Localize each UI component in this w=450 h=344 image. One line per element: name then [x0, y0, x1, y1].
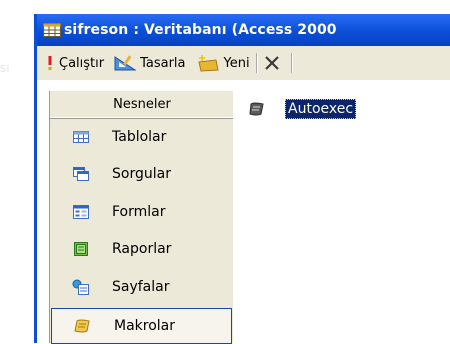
background-text: sı — [0, 63, 10, 73]
table-icon — [73, 130, 89, 143]
background-area: sı — [0, 0, 34, 343]
report-icon — [74, 242, 88, 257]
title-bar[interactable]: sifreson : Veritabanı (Access 2000 — [37, 14, 450, 46]
object-item-label: Raporlar — [112, 241, 172, 258]
run-button[interactable]: Çalıştır — [45, 55, 104, 71]
object-item-label: Formlar — [112, 203, 166, 220]
object-item-label: Sorgular — [112, 166, 171, 183]
delete-icon — [264, 56, 279, 70]
object-item-label: Tablolar — [112, 128, 167, 145]
object-item-reports[interactable]: Raporlar — [50, 231, 234, 269]
query-icon — [73, 167, 89, 182]
database-window: sifreson : Veritabanı (Access 2000 Çalış… — [34, 14, 450, 344]
object-list: Autoexec — [233, 91, 450, 343]
page-icon — [72, 279, 89, 295]
object-item-label: Sayfalar — [112, 278, 170, 295]
database-icon — [43, 23, 61, 37]
exclamation-icon — [48, 56, 52, 70]
new-label: Yeni — [223, 55, 250, 71]
toolbar-separator — [255, 53, 257, 73]
new-icon — [197, 55, 219, 72]
design-button[interactable]: Tasarla — [114, 54, 186, 72]
object-item-pages[interactable]: Sayfalar — [50, 268, 234, 306]
objects-bar: Nesneler Tablolar Sorgular Formlar Rapor… — [49, 91, 235, 344]
design-icon — [114, 55, 137, 71]
object-item-label: Makrolar — [114, 317, 176, 334]
delete-button[interactable] — [263, 54, 285, 72]
form-icon — [73, 204, 89, 219]
list-item-label: Autoexec — [285, 99, 357, 119]
toolbar: Çalıştır Tasarla Yeni — [37, 46, 450, 80]
list-item[interactable]: Autoexec — [249, 99, 357, 119]
object-item-queries[interactable]: Sorgular — [50, 156, 234, 194]
object-item-tables[interactable]: Tablolar — [50, 118, 234, 156]
run-label: Çalıştır — [59, 55, 105, 71]
design-label: Tasarla — [140, 55, 186, 71]
window-title: sifreson : Veritabanı (Access 2000 — [64, 22, 337, 38]
new-button[interactable]: Yeni — [196, 54, 250, 72]
object-item-forms[interactable]: Formlar — [50, 193, 234, 231]
macro-icon — [249, 102, 264, 116]
macro-icon — [74, 319, 90, 332]
database-content: Nesneler Tablolar Sorgular Formlar Rapor… — [37, 80, 450, 344]
toolbar-separator — [290, 53, 292, 73]
object-item-macros[interactable]: Makrolar — [51, 307, 232, 344]
objects-header[interactable]: Nesneler — [50, 91, 234, 118]
